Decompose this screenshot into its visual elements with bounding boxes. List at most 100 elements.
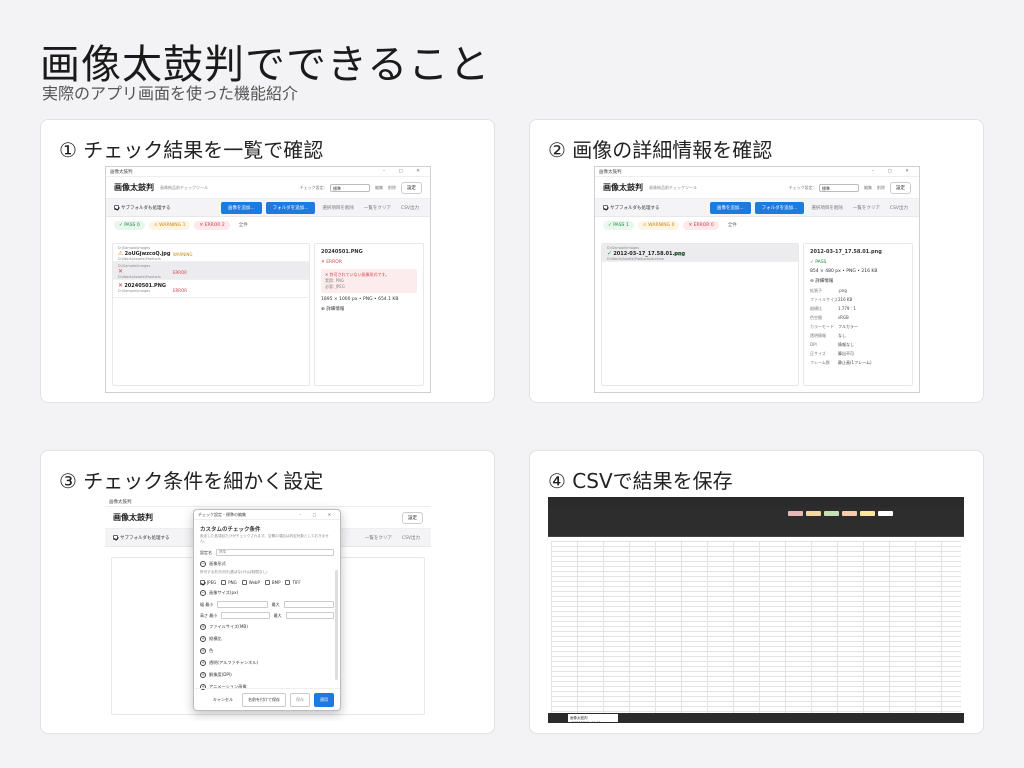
window-titlebar: 画像太鼓判 <box>105 497 431 507</box>
settings-button[interactable]: 設定 <box>401 181 422 194</box>
detail-filename: 20240501.PNG <box>321 249 363 255</box>
style-swatch[interactable] <box>878 511 893 516</box>
check-setting-select[interactable]: 標準 <box>330 183 370 192</box>
error-icon: ✕ <box>118 282 124 289</box>
setting-name-input[interactable]: 標準 <box>216 549 334 556</box>
section-dpi[interactable]: + 解像度(DPI) <box>194 669 340 681</box>
dialog-title: チェック設定 - 標準の編集 <box>198 511 246 517</box>
format-jpeg-checkbox[interactable]: JPEG <box>200 580 216 585</box>
edit-link[interactable]: 編集 <box>864 185 872 191</box>
card-title: ① チェック結果を一覧で確認 <box>59 138 324 162</box>
filter-pass[interactable]: ✓ PASS 0 <box>114 220 145 230</box>
sheet-tab[interactable]: 画像太鼓判_20260512_1148.csv <box>568 714 618 723</box>
width-max-input[interactable] <box>283 601 334 608</box>
window-controls[interactable]: – ▢ ✕ <box>299 512 336 517</box>
status-filters: ✓ PASS 1 ⚠ WARNING 0 ✕ ERROR 0 全件 <box>595 217 919 233</box>
style-swatch[interactable] <box>806 511 821 516</box>
prop-row: 透明情報 なし <box>810 332 846 338</box>
detail-info-toggle[interactable]: ⊕ 詳細情報 <box>315 304 423 314</box>
filter-warning[interactable]: ⚠ WARNING 1 <box>148 220 191 230</box>
window-controls[interactable]: – ▢ ✕ <box>383 169 426 174</box>
delete-link[interactable]: 削除 <box>388 185 396 191</box>
add-folder-button[interactable]: フォルダを追加... <box>754 201 805 214</box>
style-swatch[interactable] <box>860 511 875 516</box>
prop-row: カラーモード フルカラー <box>810 323 858 329</box>
result-list: D:\Sample\Images ⚠ 2oUGjwzcoQ.jpg D:\Wor… <box>112 243 310 386</box>
filter-warning[interactable]: ⚠ WARNING 0 <box>637 220 680 230</box>
clear-all-button[interactable]: 一覧をクリア <box>850 205 883 211</box>
list-item[interactable]: ✕ 20240501.PNG D:\Sample\Images ERROR <box>113 280 309 298</box>
cancel-button[interactable]: キャンセル <box>208 693 238 706</box>
list-item[interactable]: D:\Sample\Images ✓ 2012-03-17_17.58.01.p… <box>602 244 798 262</box>
csv-export-button[interactable]: CSV出力 <box>398 205 422 211</box>
window-titlebar: 画像太鼓判 – ▢ ✕ <box>106 167 430 177</box>
filter-all[interactable]: 全件 <box>723 220 742 230</box>
detail-panel: 2012-03-17_17.58.01.png ✓ PASS 854 × 480… <box>803 243 913 386</box>
csv-export-button[interactable]: CSV出力 <box>399 535 423 541</box>
section-ratio[interactable]: + 縦横比 <box>194 633 340 645</box>
status-label: PASS <box>674 252 684 257</box>
remove-selected-button[interactable]: 選択項目を削除 <box>808 205 846 211</box>
style-swatch[interactable] <box>824 511 839 516</box>
clear-all-button[interactable]: 一覧をクリア <box>361 205 394 211</box>
result-panes: D:\Sample\Images ⚠ 2oUGjwzcoQ.jpg D:\Wor… <box>112 243 424 386</box>
add-images-button[interactable]: 画像を追加... <box>220 201 262 214</box>
spreadsheet-grid[interactable] <box>551 541 961 713</box>
spreadsheet-screenshot: 画像太鼓判_20260512_1148.csv <box>548 497 964 723</box>
format-bmp-checkbox[interactable]: BMP <box>264 580 280 585</box>
dialog-scrollbar[interactable] <box>335 570 338 680</box>
add-folder-button[interactable]: フォルダを追加... <box>265 201 316 214</box>
detail-status: ✕ ERROR <box>321 260 342 265</box>
checkbox-icon <box>603 205 608 210</box>
apply-button[interactable]: 適用 <box>314 692 334 707</box>
format-tiff-checkbox[interactable]: TIFF <box>285 580 301 585</box>
checkbox-icon <box>113 535 118 540</box>
delete-link[interactable]: 削除 <box>877 185 885 191</box>
height-min-input[interactable] <box>221 612 270 619</box>
section-filesize[interactable]: + ファイルサイズ(MB) <box>194 621 340 633</box>
app-screenshot: 画像太鼓判 画像太鼓判 設定 サブフォルダも処理する 一覧をクリア CSV出力 … <box>105 497 431 721</box>
clear-all-button[interactable]: 一覧をクリア <box>362 535 395 541</box>
window-title: 画像太鼓判 <box>599 169 622 175</box>
include-subfolders-checkbox[interactable]: サブフォルダも処理する <box>114 205 171 211</box>
section-size[interactable]: − 画像サイズ(px) <box>194 587 340 599</box>
list-item[interactable]: D:\Sample\Images ⚠ 2oUGjwzcoQ.jpg D:\Wor… <box>113 244 309 262</box>
include-subfolders-checkbox[interactable]: サブフォルダも処理する <box>113 535 170 541</box>
format-webp-checkbox[interactable]: WebP <box>241 580 260 585</box>
settings-button[interactable]: 設定 <box>890 181 911 194</box>
checkbox-icon <box>285 580 291 585</box>
style-swatch[interactable] <box>788 511 803 516</box>
remove-selected-button[interactable]: 選択項目を削除 <box>319 205 357 211</box>
save-button[interactable]: 保存 <box>290 692 310 707</box>
csv-export-button[interactable]: CSV出力 <box>887 205 911 211</box>
window-controls[interactable]: – ▢ ✕ <box>872 169 915 174</box>
filter-error[interactable]: ✕ ERROR 2 <box>194 220 230 230</box>
edit-link[interactable]: 編集 <box>375 185 383 191</box>
checkbox-icon <box>264 580 270 585</box>
section-alpha[interactable]: + 透明(アルファチャンネル) <box>194 657 340 669</box>
section-color[interactable]: + 色 <box>194 645 340 657</box>
list-item[interactable]: D:\Sample\Images ✕ D:\Work\Assets\Produc… <box>113 262 309 280</box>
filter-pass[interactable]: ✓ PASS 1 <box>603 220 634 230</box>
expand-icon: + <box>200 672 206 678</box>
add-images-button[interactable]: 画像を追加... <box>709 201 751 214</box>
style-swatch[interactable] <box>842 511 857 516</box>
width-min-input[interactable] <box>217 601 268 608</box>
filter-all[interactable]: 全件 <box>234 220 253 230</box>
include-subfolders-checkbox[interactable]: サブフォルダも処理する <box>603 205 660 211</box>
detail-filename: 2012-03-17_17.58.01.png <box>810 249 882 255</box>
checkbox-icon <box>221 580 227 585</box>
format-png-checkbox[interactable]: PNG <box>221 580 237 585</box>
spreadsheet-ribbon <box>548 507 964 537</box>
settings-button[interactable]: 設定 <box>402 511 423 524</box>
collapse-icon: − <box>200 590 206 596</box>
save-as-button[interactable]: 名前を付けて保存 <box>242 692 286 707</box>
dialog-titlebar: チェック設定 - 標準の編集 – ▢ ✕ <box>194 510 340 520</box>
height-max-input[interactable] <box>285 612 334 619</box>
filter-error[interactable]: ✕ ERROR 0 <box>683 220 719 230</box>
section-format[interactable]: − 画像形式 <box>194 558 340 570</box>
prop-row: 拡張子 .png <box>810 287 847 293</box>
check-setting-select[interactable]: 標準 <box>819 183 859 192</box>
detail-info-toggle[interactable]: ⊖ 詳細情報 <box>804 276 912 286</box>
result-panes: D:\Sample\Images ✓ 2012-03-17_17.58.01.p… <box>601 243 913 386</box>
